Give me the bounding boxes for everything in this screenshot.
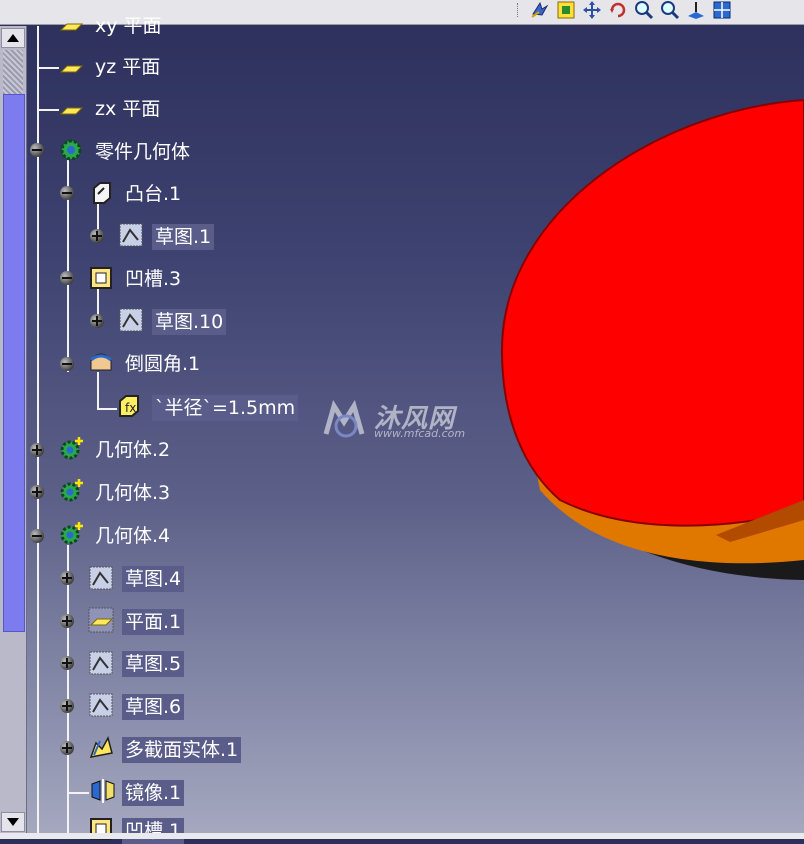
plane-icon [59, 65, 84, 73]
plane-icon [88, 607, 114, 633]
toolbar-grip[interactable] [517, 3, 520, 17]
tree-item-body-2[interactable]: 几何体.2 [92, 437, 173, 463]
body-icon [60, 522, 83, 545]
3d-part-model[interactable] [480, 90, 804, 600]
tree-item-yz-plane[interactable]: yz 平面 [92, 54, 163, 80]
tree-item-sketch-5[interactable]: 草图.5 [122, 651, 185, 677]
expand-toggle[interactable] [30, 485, 44, 499]
tree-item-mirror-1[interactable]: 镜像.1 [122, 780, 185, 806]
collapse-toggle[interactable] [60, 186, 74, 200]
tree-scrollbar[interactable] [0, 26, 27, 834]
sketch-icon [89, 651, 113, 675]
sketch-icon [119, 308, 143, 332]
part-body-icon [60, 139, 82, 161]
watermark: 沐风网 www.mfcad.com [322, 398, 492, 444]
body-icon [60, 437, 83, 460]
multi-view-icon[interactable] [712, 0, 732, 20]
tree-item-pad-1[interactable]: 凸台.1 [122, 181, 184, 207]
tree-item-body-3[interactable]: 几何体.3 [92, 480, 173, 506]
collapse-toggle[interactable] [30, 529, 44, 543]
tree-item-sketch-6[interactable]: 草图.6 [122, 694, 185, 720]
tree-line [37, 67, 59, 69]
expand-toggle[interactable] [30, 443, 44, 457]
body-icon [60, 479, 83, 502]
tree-item-sketch-4[interactable]: 草图.4 [122, 566, 185, 592]
tree-item-edge-fillet-1[interactable]: 倒圆角.1 [122, 351, 203, 377]
tree-item-zx-plane[interactable]: zx 平面 [92, 96, 163, 122]
mirror-icon [91, 779, 115, 803]
sketch-icon [119, 223, 143, 247]
expand-toggle[interactable] [60, 656, 74, 670]
parameter-icon: fx [119, 395, 139, 417]
mfcad-logo-icon [323, 400, 365, 438]
multi-section-solid-icon [89, 735, 113, 758]
expand-toggle[interactable] [60, 741, 74, 755]
collapse-toggle[interactable] [60, 357, 74, 371]
edge-fillet-icon [90, 353, 112, 371]
expand-toggle[interactable] [90, 229, 104, 243]
tree-item-sketch-1[interactable]: 草图.1 [152, 224, 215, 250]
watermark-url: www.mfcad.com [374, 427, 466, 440]
scroll-down-button[interactable] [1, 812, 25, 832]
arrow-down-icon [7, 818, 19, 826]
zoom-in-icon[interactable] [634, 0, 654, 20]
tree-line [97, 408, 117, 410]
scroll-track[interactable] [3, 50, 23, 94]
tree-line [97, 372, 99, 408]
tree-line [37, 109, 59, 111]
tree-item-part-body[interactable]: 零件几何体 [92, 139, 193, 165]
expand-toggle[interactable] [90, 314, 104, 328]
rotate-icon[interactable] [608, 0, 628, 20]
pad-icon [93, 182, 111, 204]
tree-item-pocket-1[interactable]: 凹槽.1 [122, 818, 185, 844]
sketch-icon [89, 566, 113, 590]
zoom-out-icon[interactable] [660, 0, 680, 20]
fly-mode-icon[interactable] [530, 0, 550, 20]
status-strip [0, 833, 804, 839]
fit-all-icon[interactable] [556, 0, 576, 20]
tree-item-pocket-3[interactable]: 凹槽.3 [122, 266, 184, 292]
arrow-up-icon [7, 34, 19, 42]
tree-item-body-4[interactable]: 几何体.4 [92, 523, 173, 549]
tree-item-multi-section-solid-1[interactable]: 多截面实体.1 [122, 737, 242, 763]
expand-toggle[interactable] [60, 614, 74, 628]
scroll-up-button[interactable] [1, 28, 25, 48]
svg-text:fx: fx [125, 401, 136, 415]
sketch-icon [89, 693, 113, 717]
expand-toggle[interactable] [60, 571, 74, 585]
tree-item-sketch-10[interactable]: 草图.10 [152, 309, 227, 335]
collapse-toggle[interactable] [30, 143, 44, 157]
tree-item-radius-parameter[interactable]: `半径`=1.5mm [152, 395, 299, 421]
tree-item-plane-1[interactable]: 平面.1 [122, 609, 185, 635]
tree-item-xy-plane[interactable]: xy 平面 [92, 13, 165, 39]
collapse-toggle[interactable] [60, 271, 74, 285]
scroll-thumb[interactable] [3, 94, 25, 632]
plane-icon [59, 107, 84, 115]
pan-icon[interactable] [582, 0, 602, 20]
normal-view-icon[interactable] [686, 0, 706, 20]
tree-line [67, 792, 89, 794]
plane-icon [59, 23, 84, 31]
expand-toggle[interactable] [60, 699, 74, 713]
pocket-icon [90, 267, 112, 289]
